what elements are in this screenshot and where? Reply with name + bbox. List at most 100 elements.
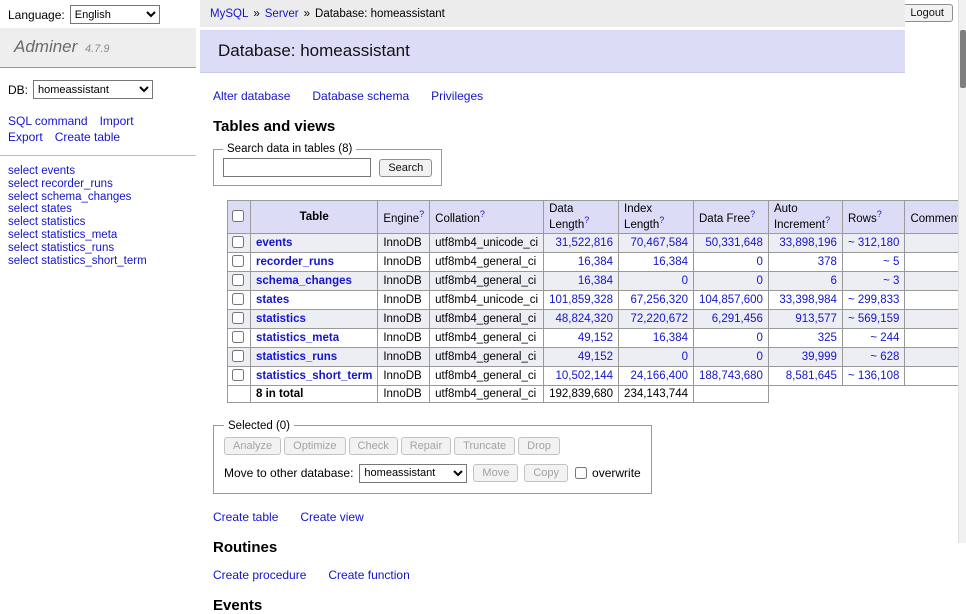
data-length-link-statistics[interactable]: 48,824,320 — [555, 313, 613, 325]
data-free-link-recorder-runs[interactable]: 0 — [757, 256, 763, 268]
help-link-collation[interactable]: ? — [480, 209, 485, 219]
data-free-link-statistics-runs[interactable]: 0 — [757, 351, 763, 363]
index-length-link-schema-changes[interactable]: 0 — [682, 275, 688, 287]
help-link-engine[interactable]: ? — [419, 209, 424, 219]
rows-link-schema-changes[interactable]: ~ 3 — [883, 275, 899, 287]
data-free-link-statistics[interactable]: 6,291,456 — [712, 313, 763, 325]
help-link-data-length[interactable]: ? — [584, 215, 589, 225]
index-length-link-statistics-meta[interactable]: 16,384 — [653, 332, 688, 344]
sidebar-table-link-select-statistics-meta[interactable]: select statistics_meta — [8, 229, 117, 241]
breadcrumb-mysql[interactable]: MySQL — [210, 8, 248, 20]
scrollbar-thumb[interactable] — [960, 30, 966, 88]
rows-link-statistics-runs[interactable]: ~ 628 — [870, 351, 899, 363]
truncate-button[interactable]: Truncate — [454, 437, 515, 455]
move-db-select[interactable]: homeassistant — [359, 464, 467, 483]
db-action-link-alter-database[interactable]: Alter database — [213, 89, 290, 103]
data-length-link-events[interactable]: 31,522,816 — [555, 237, 613, 249]
language-select[interactable]: English — [70, 5, 160, 24]
row-checkbox-recorder-runs[interactable] — [232, 255, 244, 267]
row-checkbox-statistics-short-term[interactable] — [232, 369, 244, 381]
rows-link-statistics-short-term[interactable]: ~ 136,108 — [848, 370, 899, 382]
index-length-link-recorder-runs[interactable]: 16,384 — [653, 256, 688, 268]
link-create-procedure[interactable]: Create procedure — [213, 568, 306, 582]
auto-increment-link-schema-changes[interactable]: 6 — [831, 275, 837, 287]
repair-button[interactable]: Repair — [401, 437, 451, 455]
table-link-schema-changes[interactable]: schema_changes — [256, 275, 352, 287]
auto-increment-link-events[interactable]: 33,898,196 — [779, 237, 837, 249]
sidebar-table-link-select-statistics-short-term[interactable]: select statistics_short_term — [8, 255, 147, 267]
analyze-button[interactable]: Analyze — [224, 437, 281, 455]
db-action-link-privileges[interactable]: Privileges — [431, 89, 483, 103]
sidebar-table-link-select-states[interactable]: select states — [8, 203, 72, 215]
sidebar-link-export[interactable]: Export — [8, 130, 43, 144]
data-length-link-statistics-short-term[interactable]: 10,502,144 — [555, 370, 613, 382]
vertical-scrollbar[interactable] — [958, 0, 966, 543]
copy-button[interactable]: Copy — [524, 464, 568, 482]
sidebar-table-link-select-recorder-runs[interactable]: select recorder_runs — [8, 178, 113, 190]
adminer-logo[interactable]: Adminer — [14, 37, 77, 56]
sidebar-link-create-table[interactable]: Create table — [55, 130, 120, 144]
data-length-link-statistics-meta[interactable]: 49,152 — [578, 332, 613, 344]
drop-button[interactable]: Drop — [518, 437, 560, 455]
auto-increment-link-statistics[interactable]: 913,577 — [795, 313, 837, 325]
table-link-statistics-short-term[interactable]: statistics_short_term — [256, 370, 372, 382]
rows-link-states[interactable]: ~ 299,833 — [848, 294, 899, 306]
table-link-statistics-runs[interactable]: statistics_runs — [256, 351, 337, 363]
auto-increment-link-recorder-runs[interactable]: 378 — [818, 256, 837, 268]
help-link-index-length[interactable]: ? — [659, 215, 664, 225]
rows-link-events[interactable]: ~ 312,180 — [848, 237, 899, 249]
table-link-statistics[interactable]: statistics — [256, 313, 306, 325]
table-link-events[interactable]: events — [256, 237, 292, 249]
table-link-recorder-runs[interactable]: recorder_runs — [256, 256, 334, 268]
rows-link-recorder-runs[interactable]: ~ 5 — [883, 256, 899, 268]
check-button[interactable]: Check — [349, 437, 398, 455]
sidebar-table-link-select-events[interactable]: select events — [8, 165, 75, 177]
row-checkbox-statistics-meta[interactable] — [232, 331, 244, 343]
sidebar-table-link-select-statistics-runs[interactable]: select statistics_runs — [8, 242, 114, 254]
sidebar-table-link-select-schema-changes[interactable]: select schema_changes — [8, 191, 131, 203]
db-action-link-database-schema[interactable]: Database schema — [312, 89, 409, 103]
auto-increment-link-states[interactable]: 33,398,984 — [779, 294, 837, 306]
row-checkbox-states[interactable] — [232, 293, 244, 305]
breadcrumb-server[interactable]: Server — [265, 8, 299, 20]
table-link-statistics-meta[interactable]: statistics_meta — [256, 332, 339, 344]
row-checkbox-statistics-runs[interactable] — [232, 350, 244, 362]
index-length-link-statistics-runs[interactable]: 0 — [682, 351, 688, 363]
row-checkbox-statistics[interactable] — [232, 312, 244, 324]
data-free-link-events[interactable]: 50,331,648 — [705, 237, 763, 249]
optimize-button[interactable]: Optimize — [284, 437, 345, 455]
rows-link-statistics-meta[interactable]: ~ 244 — [870, 332, 899, 344]
data-length-link-statistics-runs[interactable]: 49,152 — [578, 351, 613, 363]
index-length-link-states[interactable]: 67,256,320 — [630, 294, 688, 306]
data-free-link-statistics-meta[interactable]: 0 — [757, 332, 763, 344]
auto-increment-link-statistics-meta[interactable]: 325 — [818, 332, 837, 344]
sidebar-link-sql-command[interactable]: SQL command — [8, 114, 88, 128]
link-create-table[interactable]: Create table — [213, 510, 278, 524]
rows-link-statistics[interactable]: ~ 569,159 — [848, 313, 899, 325]
row-checkbox-events[interactable] — [232, 236, 244, 248]
help-link-rows[interactable]: ? — [877, 209, 882, 219]
auto-increment-link-statistics-runs[interactable]: 39,999 — [802, 351, 837, 363]
search-button[interactable]: Search — [379, 159, 432, 177]
data-length-link-schema-changes[interactable]: 16,384 — [578, 275, 613, 287]
table-link-states[interactable]: states — [256, 294, 289, 306]
data-length-link-states[interactable]: 101,859,328 — [549, 294, 613, 306]
data-free-link-statistics-short-term[interactable]: 188,743,680 — [699, 370, 763, 382]
link-create-view[interactable]: Create view — [300, 510, 363, 524]
data-free-link-states[interactable]: 104,857,600 — [699, 294, 763, 306]
data-free-link-schema-changes[interactable]: 0 — [757, 275, 763, 287]
overwrite-checkbox[interactable] — [575, 467, 587, 479]
search-input[interactable] — [223, 158, 371, 177]
index-length-link-statistics-short-term[interactable]: 24,166,400 — [630, 370, 688, 382]
help-link-data-free[interactable]: ? — [750, 209, 755, 219]
select-all-checkbox[interactable] — [232, 210, 244, 222]
index-length-link-events[interactable]: 70,467,584 — [630, 237, 688, 249]
data-length-link-recorder-runs[interactable]: 16,384 — [578, 256, 613, 268]
db-select[interactable]: homeassistant — [33, 80, 153, 99]
link-create-function[interactable]: Create function — [328, 568, 409, 582]
index-length-link-statistics[interactable]: 72,220,672 — [630, 313, 688, 325]
row-checkbox-schema-changes[interactable] — [232, 274, 244, 286]
move-button[interactable]: Move — [473, 464, 518, 482]
auto-increment-link-statistics-short-term[interactable]: 8,581,645 — [786, 370, 837, 382]
sidebar-table-link-select-statistics[interactable]: select statistics — [8, 216, 85, 228]
